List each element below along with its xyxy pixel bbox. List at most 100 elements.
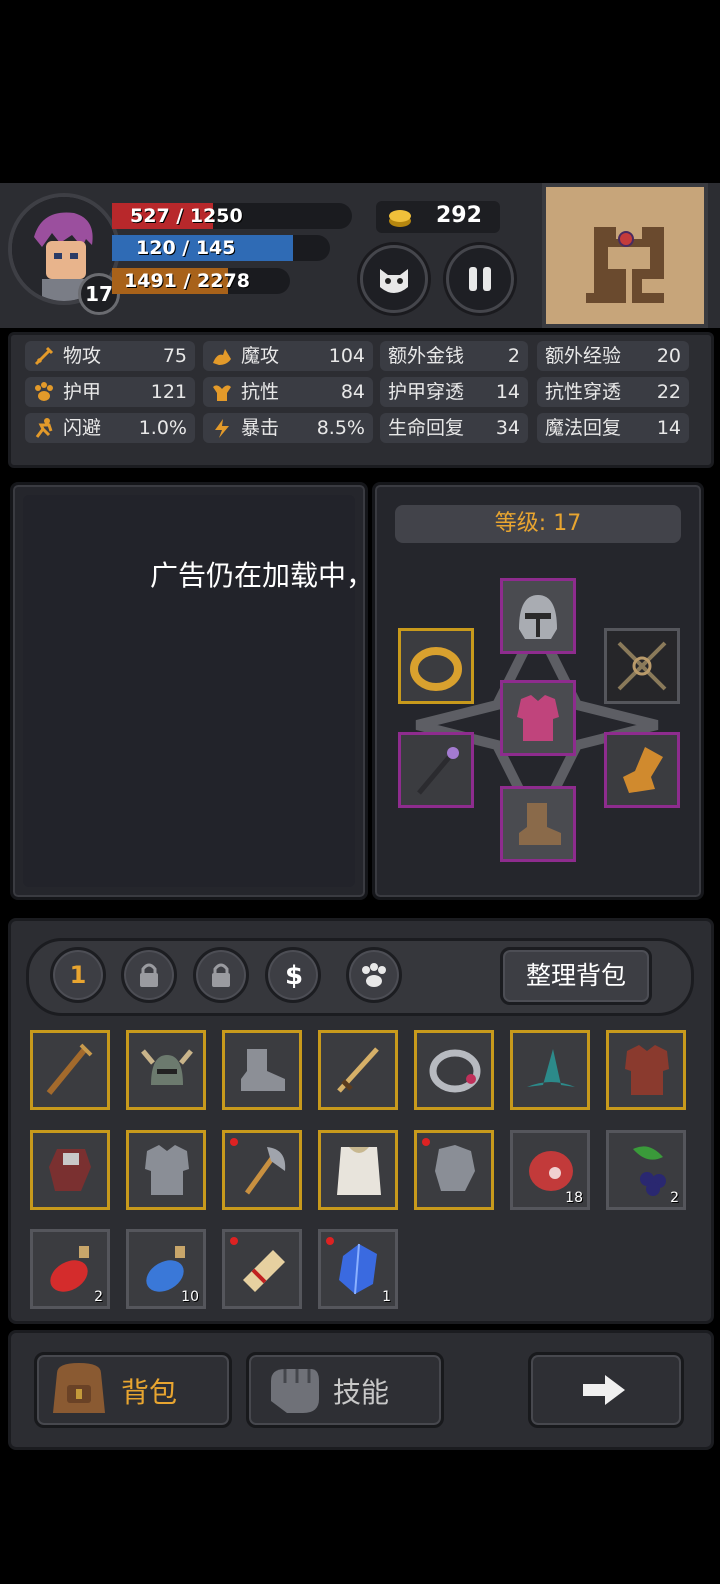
red-armor-icon [625, 1045, 669, 1095]
pet-face-icon [380, 269, 408, 293]
backpack-icon [53, 1363, 105, 1413]
stat-10: 暴击 8.5% [203, 413, 373, 443]
stat-6: 抗性 84 [203, 377, 373, 407]
inventory-slot-berries[interactable]: 2 [606, 1130, 686, 1210]
pause-button[interactable] [446, 245, 514, 313]
stat-11: 生命回复 34 [380, 413, 528, 443]
axe-icon [244, 1147, 286, 1195]
bag-tab-label: 背包 [121, 1376, 178, 1409]
item-count: 1 [382, 1289, 391, 1305]
equip-slot-amulet[interactable] [604, 628, 680, 704]
inventory-slot-gauntlet[interactable] [30, 1130, 110, 1210]
paw-icon [362, 963, 386, 987]
lock-icon [212, 963, 230, 987]
inventory-slot-white-robe[interactable] [318, 1130, 398, 1210]
stats-panel: 物攻 75 魔攻 104 额外金钱 2 额外经验 20 护甲 121 抗性 84 护甲穿透 14 抗性穿透 2… [8, 332, 714, 468]
ad-panel [10, 482, 368, 900]
inventory-slot-horned-helmet[interactable] [126, 1030, 206, 1110]
inventory-slot-red-armor[interactable] [606, 1030, 686, 1110]
wizard-hat-icon [527, 1049, 575, 1087]
muscle-icon [213, 385, 231, 401]
stat-2: 魔攻 104 [203, 341, 373, 371]
stat-label: 护甲穿透 [388, 381, 465, 403]
inventory-slot-staff[interactable] [30, 1030, 110, 1110]
sort-inventory-button[interactable]: 整理背包 [500, 947, 652, 1005]
stat-label: 抗性穿透 [545, 381, 622, 403]
dollar-icon: $ [285, 961, 303, 989]
new-item-dot [422, 1138, 430, 1146]
equip-slot-helmet[interactable] [500, 578, 576, 654]
horned-helmet-icon [141, 1049, 193, 1085]
inventory-slot-blue-gem[interactable]: 1 [318, 1229, 398, 1309]
svg-text:$: $ [285, 961, 303, 989]
inventory-slot-axe[interactable] [222, 1130, 302, 1210]
stat-7: 护甲穿透 14 [380, 377, 528, 407]
running-icon [35, 418, 53, 438]
inventory-slot-silver-ring[interactable] [414, 1030, 494, 1110]
stat-5: 护甲 121 [25, 377, 195, 407]
pause-icon [469, 267, 491, 291]
stat-8: 抗性穿透 22 [537, 377, 689, 407]
inventory-slot-steel-armor[interactable] [126, 1130, 206, 1210]
stat-value: 34 [495, 417, 520, 439]
mp-bar: 120 / 145 [112, 235, 330, 261]
inventory-slot-meat[interactable]: 18 [510, 1130, 590, 1210]
boots-icon [519, 803, 561, 845]
chain-icon [617, 641, 667, 691]
new-item-dot [230, 1138, 238, 1146]
stat-label: 物攻 [63, 345, 102, 367]
skills-tab-button[interactable]: 技能 [246, 1352, 444, 1428]
equip-slot-ring[interactable] [398, 628, 474, 704]
lock-icon [140, 963, 158, 987]
stat-label: 魔法回复 [545, 417, 622, 439]
equip-slot-boots[interactable] [500, 786, 576, 862]
inventory-slot-red-potion[interactable]: 2 [30, 1229, 110, 1309]
sword-icon [34, 346, 54, 366]
stat-label: 生命回复 [388, 417, 465, 439]
equip-slot-weapon[interactable] [398, 732, 474, 808]
equip-slot-gloves[interactable] [604, 732, 680, 808]
stat-value: 84 [340, 381, 365, 403]
magic-hand-icon [213, 349, 231, 365]
paw-icon [35, 382, 53, 401]
inventory-slot-sword[interactable] [318, 1030, 398, 1110]
inventory-slot-wizard-hat[interactable] [510, 1030, 590, 1110]
stat-value: 22 [656, 381, 681, 403]
glove-icon [623, 747, 663, 793]
stat-value: 8.5% [316, 417, 365, 439]
stat-label: 魔攻 [241, 345, 280, 367]
locked-page-3-button[interactable] [193, 947, 249, 1003]
gold-coin-icon [389, 210, 411, 227]
equip-slot-armor[interactable] [500, 680, 576, 756]
stat-value: 121 [150, 381, 187, 403]
sell-button[interactable]: $ [265, 947, 321, 1003]
pet-button[interactable] [360, 245, 428, 313]
inventory-slot-scroll[interactable] [222, 1229, 302, 1309]
xp-bar: 1491 / 2278 [112, 268, 290, 294]
sword-icon [337, 1047, 379, 1093]
stat-label: 额外经验 [545, 345, 622, 367]
stat-value: 1.0% [138, 417, 187, 439]
page-1-button[interactable]: 1 [50, 947, 106, 1003]
skills-tab-label: 技能 [333, 1376, 390, 1409]
inventory-slot-steel-gloves[interactable] [414, 1130, 494, 1210]
gold-ring-icon [410, 647, 462, 691]
red-potion-icon [50, 1246, 89, 1292]
stat-3: 额外金钱 2 [380, 341, 528, 371]
locked-page-2-button[interactable] [121, 947, 177, 1003]
inventory-slot-blue-potion[interactable]: 10 [126, 1229, 206, 1309]
mp-text: 120 / 145 [136, 237, 236, 259]
pet-food-button[interactable] [346, 947, 402, 1003]
next-button[interactable] [528, 1352, 684, 1428]
stat-label: 抗性 [241, 381, 280, 403]
bag-tab-button[interactable]: 背包 [34, 1352, 232, 1428]
inventory-slot-iron-boots[interactable] [222, 1030, 302, 1110]
berries-icon [633, 1146, 666, 1196]
hp-bar: 527 / 1250 [112, 203, 352, 229]
stat-label: 额外金钱 [388, 345, 465, 367]
stat-1: 物攻 75 [25, 341, 195, 371]
white-robe-icon [337, 1147, 381, 1195]
top-hud: 17 527 / 1250 120 / 145 1491 / 2278 292 [0, 183, 720, 328]
silver-ring-icon [429, 1049, 481, 1093]
minimap[interactable] [542, 183, 708, 328]
